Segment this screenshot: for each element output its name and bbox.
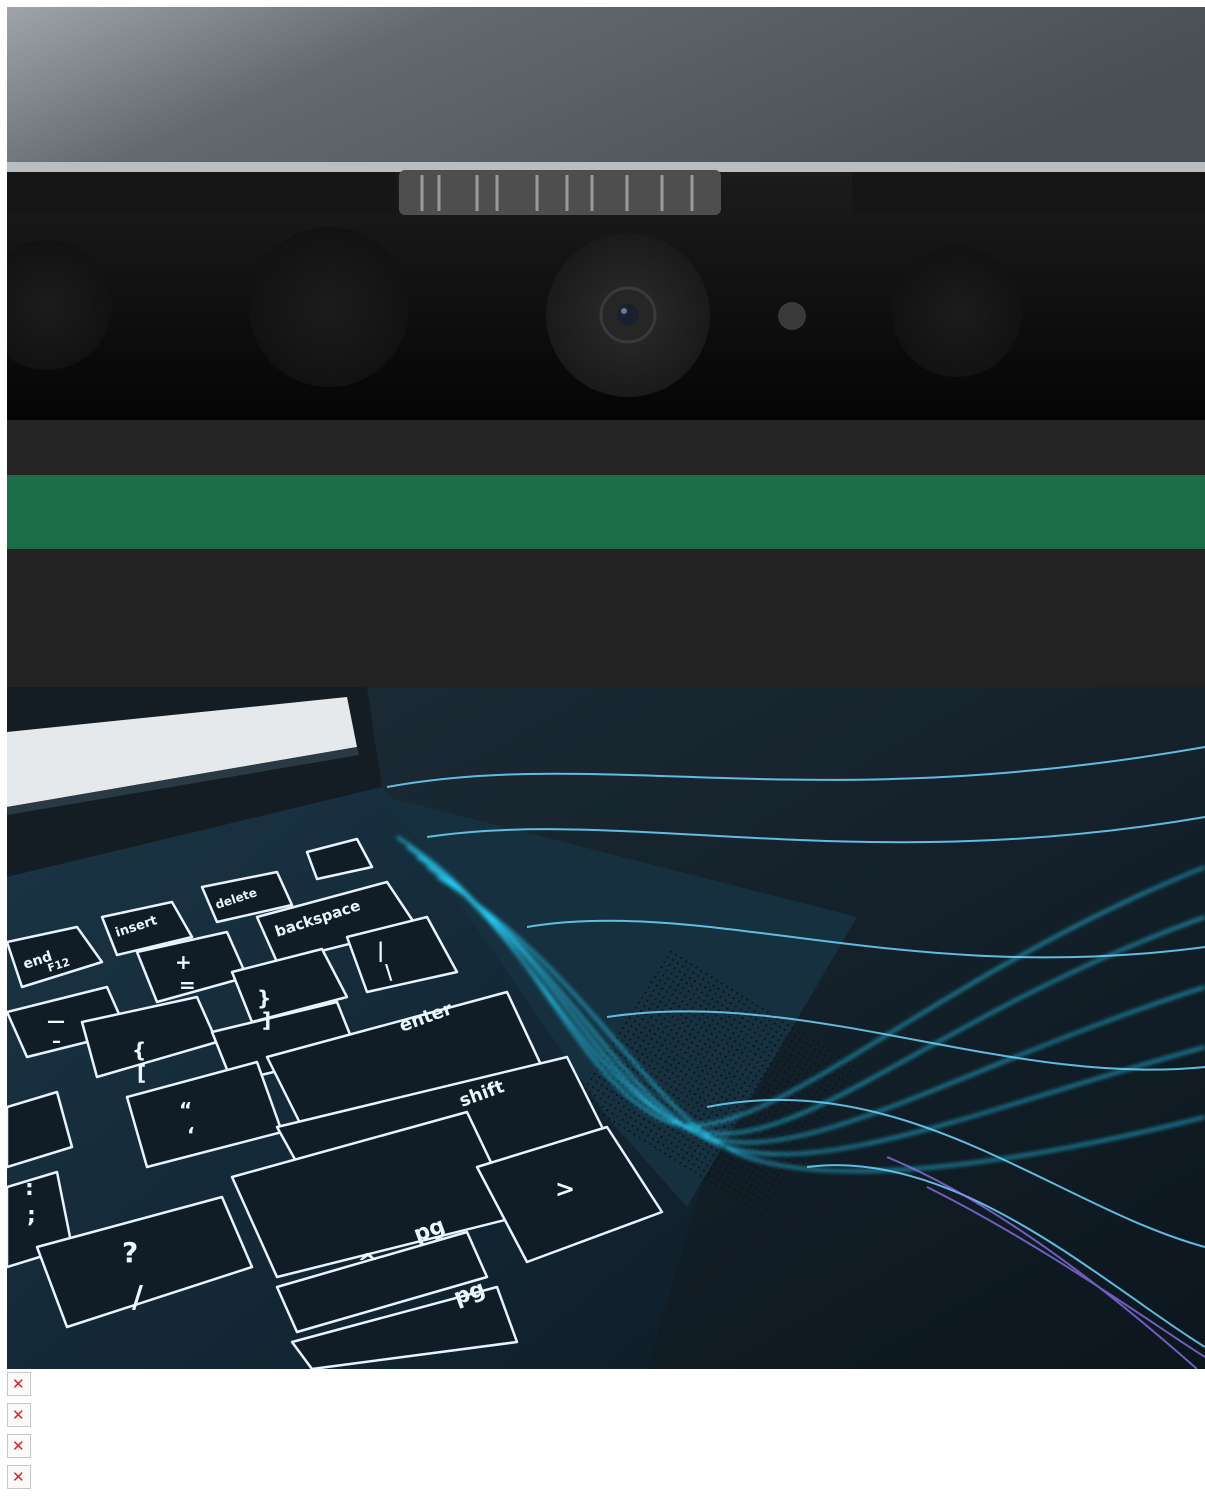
broken-image-icon: ✕ [7,1465,31,1489]
key-brace-close: } [257,986,271,1010]
keyboard-airflow-photo: end F12 insert delete backspace + = — – … [7,687,1205,1369]
broken-image-icon: ✕ [7,1434,31,1458]
key-colon: : [25,1176,34,1201]
key-semicolon: ; [27,1203,36,1228]
key-bracket-open: [ [137,1061,146,1085]
key-plus: + [175,950,192,974]
key-up: ^ [357,1249,379,1279]
broken-image-icon: ✕ [7,1403,31,1427]
key-minus: — [47,1011,65,1032]
key-minus2: – [52,1031,61,1052]
key-equals: = [179,973,196,997]
key-quote: “ [179,1098,192,1122]
key-bracket-close: ] [262,1008,271,1032]
key-pipe: | [377,938,384,962]
key-slash: / [132,1280,143,1315]
broken-image-list: ✕ ✕ ✕ ✕ [7,1372,37,1496]
key-apos: ‘ [187,1123,195,1147]
key-right: > [555,1175,575,1203]
webcam-photo [7,7,1205,687]
key-question: ? [122,1236,138,1269]
key-backslash: \ [385,960,393,984]
key-brace-open: { [132,1038,146,1062]
broken-image-icon: ✕ [7,1372,31,1396]
